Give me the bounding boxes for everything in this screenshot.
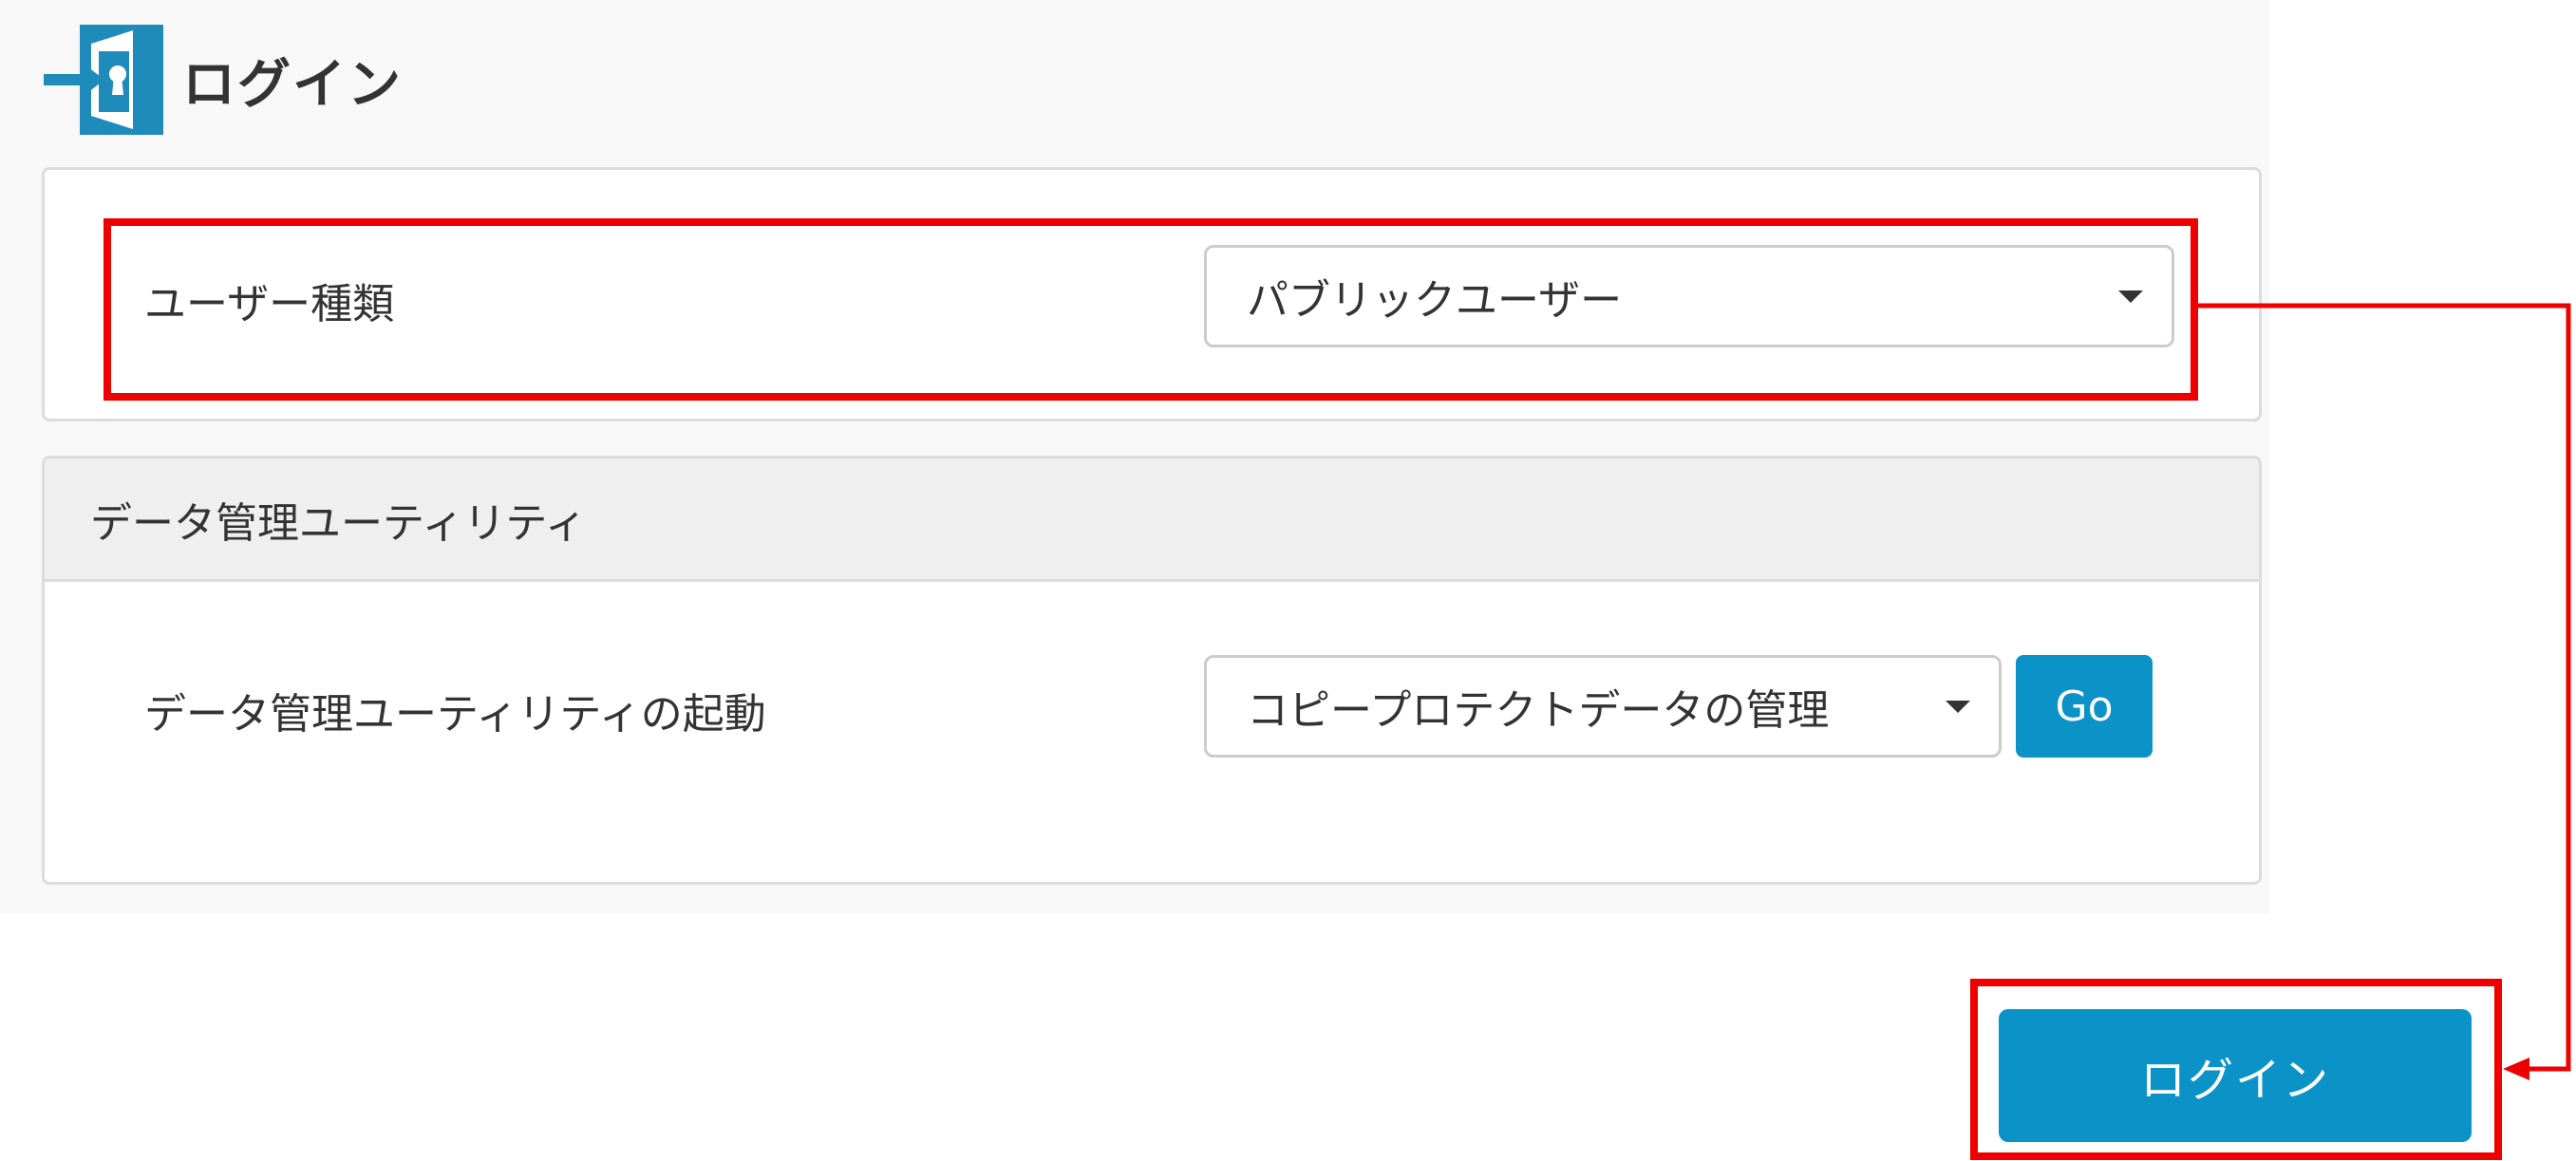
utility-launch-label: データ管理ユーティリティの起動 [144, 690, 766, 739]
utility-select[interactable]: コピープロテクトデータの管理 [1204, 655, 2002, 758]
utility-selected-value: コピープロテクトデータの管理 [1247, 686, 1830, 735]
page-title: ログイン [182, 53, 403, 116]
user-type-highlight-box [103, 218, 2198, 401]
go-button[interactable]: Go [2016, 655, 2153, 758]
data-utility-section-header: データ管理ユーティリティ [45, 459, 2259, 582]
data-utility-section-title: データ管理ユーティリティ [90, 498, 587, 548]
page: ログイン ユーザー種類 パブリックユーザー データ管理ユーティリティ データ管理… [0, 0, 2576, 1161]
page-header: ログイン [42, 23, 403, 137]
login-door-icon [44, 25, 163, 135]
chevron-down-icon [1946, 701, 1970, 713]
login-button-highlight-box [1970, 979, 2502, 1160]
